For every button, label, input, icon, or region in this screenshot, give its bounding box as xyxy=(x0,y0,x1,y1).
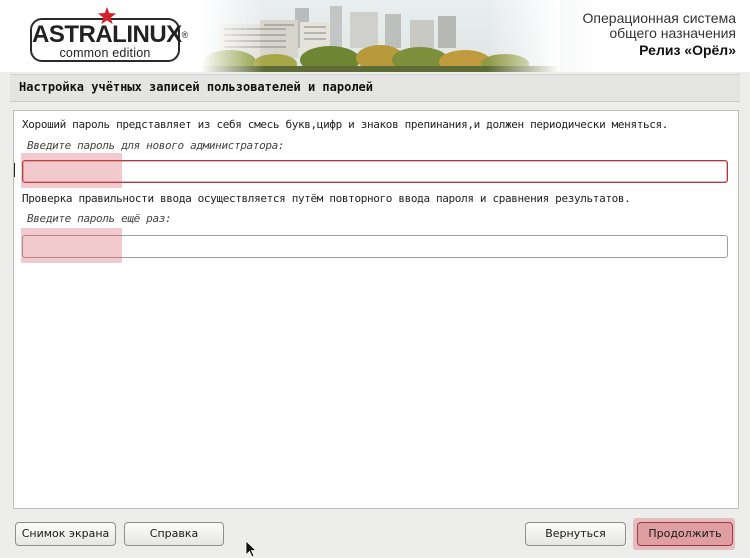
release-os-type: Операционная система xyxy=(582,10,736,26)
verification-text: Проверка правильности ввода осуществляет… xyxy=(22,192,631,205)
screenshot-button[interactable]: Снимок экрана xyxy=(15,522,116,546)
header-banner: ASTRALINUX® common edition Операционная … xyxy=(0,0,750,72)
form-panel: Хороший пароль представляет из себя смес… xyxy=(13,110,739,509)
step-title-bar: Настройка учётных записей пользователей … xyxy=(10,74,740,102)
red-star-icon xyxy=(97,6,117,25)
mouse-pointer-icon xyxy=(245,540,257,558)
page-title: Настройка учётных записей пользователей … xyxy=(19,80,374,94)
release-purpose: общего назначения xyxy=(609,25,736,41)
logo-wordmark: ASTRALINUX® xyxy=(32,21,188,48)
astralinux-logo: ASTRALINUX® common edition xyxy=(30,6,188,62)
continue-button[interactable]: Продолжить xyxy=(637,522,733,546)
release-name: Релиз «Орёл» xyxy=(639,42,736,58)
confirm-password-label: Введите пароль ещё раз: xyxy=(27,212,172,225)
password-label: Введите пароль для нового администратора… xyxy=(27,139,285,152)
password-advice-text: Хороший пароль представляет из себя смес… xyxy=(22,118,669,131)
back-button[interactable]: Вернуться xyxy=(525,522,626,546)
help-button[interactable]: Справка xyxy=(124,522,224,546)
logo-edition: common edition xyxy=(59,46,151,60)
release-info: Операционная система общего назначения Р… xyxy=(583,11,736,60)
confirm-password-input[interactable] xyxy=(22,235,728,258)
text-caret xyxy=(14,163,15,177)
city-skyline-photo xyxy=(200,0,560,72)
password-input[interactable] xyxy=(22,160,728,183)
